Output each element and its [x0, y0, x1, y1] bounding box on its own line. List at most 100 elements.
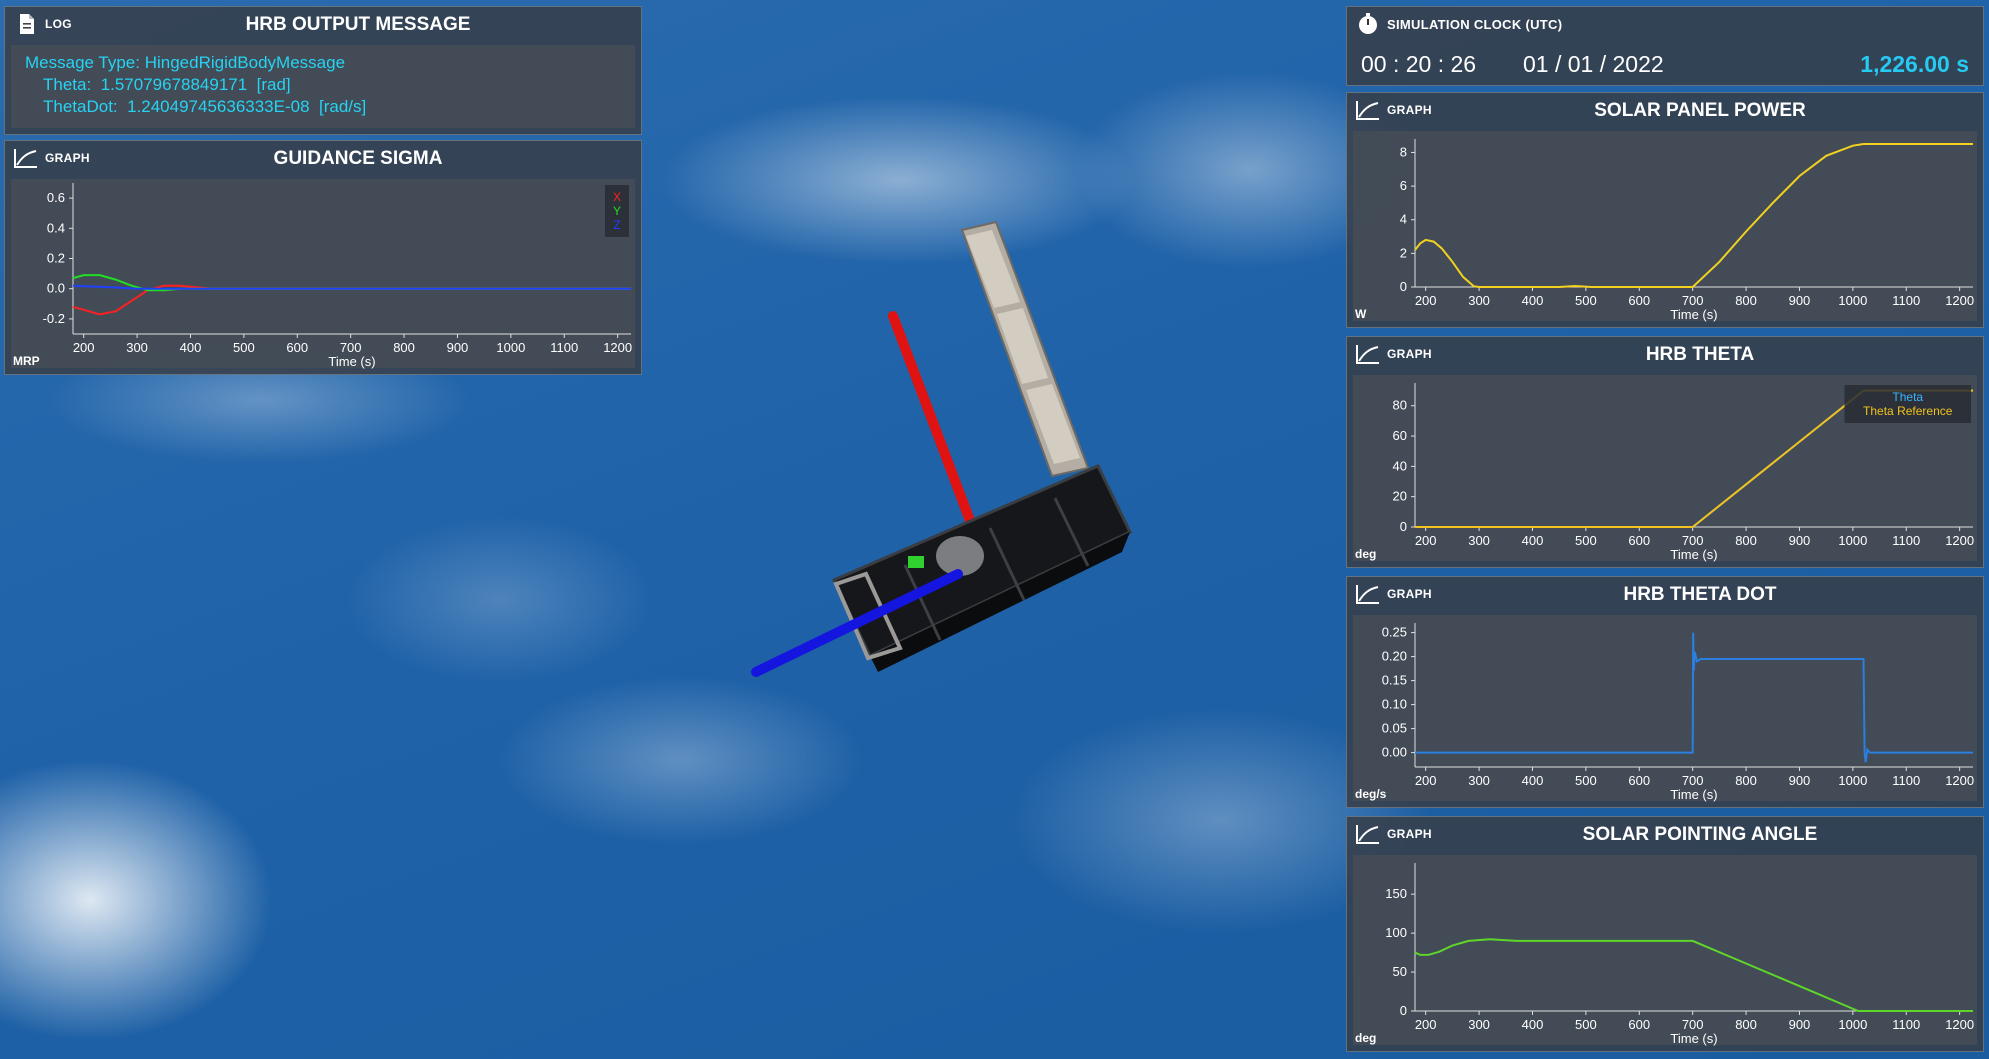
- y-tick-label: 0.15: [1382, 673, 1407, 688]
- unit-label: W: [1355, 307, 1367, 321]
- x-tick-label: 800: [1735, 533, 1757, 548]
- x-tick-label: 600: [1628, 293, 1650, 308]
- x-tick-label: 1200: [1945, 1017, 1974, 1032]
- legend-entry: Z: [613, 218, 620, 232]
- x-tick-label: 1200: [1945, 533, 1974, 548]
- x-tick-label: 700: [1682, 293, 1704, 308]
- legend-entry: Y: [613, 204, 621, 218]
- panel-kind-label: LOG: [45, 17, 72, 31]
- x-tick-label: 800: [1735, 773, 1757, 788]
- y-tick-label: 150: [1385, 886, 1407, 901]
- y-tick-label: 40: [1393, 458, 1407, 473]
- x-tick-label: 200: [1415, 293, 1437, 308]
- y-tick-label: -0.2: [43, 311, 65, 326]
- x-tick-label: 900: [1789, 293, 1811, 308]
- panel-title: HRB OUTPUT MESSAGE: [245, 14, 471, 35]
- x-tick-label: 500: [233, 340, 255, 355]
- x-axis-label: Time (s): [1670, 787, 1717, 802]
- x-tick-label: 200: [1415, 1017, 1437, 1032]
- x-tick-label: 600: [286, 340, 308, 355]
- simulation-clock-panel: SIMULATION CLOCK (UTC) 00 : 20 : 26 01 /…: [1346, 6, 1984, 86]
- y-tick-label: 0.2: [47, 251, 65, 266]
- y-tick-label: 0: [1400, 279, 1407, 294]
- series-line-0: [1414, 143, 1973, 288]
- x-tick-label: 400: [1522, 293, 1544, 308]
- solar-panel: [960, 220, 1090, 478]
- x-tick-label: 800: [1735, 293, 1757, 308]
- x-tick-label: 700: [1682, 1017, 1704, 1032]
- x-tick-label: 700: [1682, 533, 1704, 548]
- y-tick-label: 8: [1400, 144, 1407, 159]
- x-tick-label: 1000: [1838, 773, 1867, 788]
- x-tick-label: 300: [1468, 773, 1490, 788]
- x-axis-label: Time (s): [328, 354, 375, 369]
- graph-panel-hrb-theta[interactable]: GRAPH HRB THETA 200 300 400 500 600 700 800 900…: [1346, 336, 1984, 568]
- x-tick-label: 800: [1735, 1017, 1757, 1032]
- y-tick-label: 50: [1393, 964, 1407, 979]
- x-tick-label: 900: [1789, 533, 1811, 548]
- y-tick-label: 6: [1400, 178, 1407, 193]
- x-axis-arrow: [888, 311, 977, 531]
- series-line-0: [1414, 938, 1973, 1012]
- x-tick-label: 800: [393, 340, 415, 355]
- legend-entry: Theta: [1892, 390, 1923, 404]
- x-tick-label: 1100: [1892, 1017, 1920, 1032]
- graph-panel-solar-pointing-angle[interactable]: GRAPH SOLAR POINTING ANGLE 200 300 400 500 6…: [1346, 816, 1984, 1052]
- x-tick-label: 300: [1468, 533, 1490, 548]
- log-line-thetadot: ThetaDot: 1.24049745636333E-08 [rad/s]: [43, 97, 367, 116]
- x-tick-label: 500: [1575, 773, 1597, 788]
- x-tick-label: 1200: [1945, 773, 1974, 788]
- spacecraft-body: [831, 464, 1133, 672]
- unit-label: MRP: [13, 354, 40, 368]
- graph-panel-solar-panel-power[interactable]: GRAPH SOLAR PANEL POWER 200 300 400 500 600 7…: [1346, 92, 1984, 328]
- y-tick-label: 0: [1400, 1003, 1407, 1018]
- x-axis-label: Time (s): [1670, 1031, 1717, 1046]
- y-tick-label: 4: [1400, 212, 1407, 227]
- unit-label: deg: [1355, 1031, 1377, 1045]
- x-tick-label: 1100: [550, 340, 578, 355]
- series-line-0: [1415, 632, 1973, 763]
- graph-panel-guidance-sigma[interactable]: GRAPH GUIDANCE SIGMA 200 300 400 500 600 700 8…: [4, 140, 642, 375]
- log-panel: LOG HRB OUTPUT MESSAGE Message Type: Hin…: [4, 6, 642, 135]
- x-tick-label: 900: [1789, 773, 1811, 788]
- y-tick-label: 100: [1385, 925, 1407, 940]
- y-tick-label: 0.05: [1382, 721, 1407, 736]
- y-tick-label: 0.4: [47, 220, 65, 235]
- y-tick-label: 0.0: [47, 281, 65, 296]
- x-tick-label: 500: [1575, 533, 1597, 548]
- unit-label: deg: [1355, 547, 1377, 561]
- legend-entry: X: [613, 190, 621, 204]
- stopwatch-icon: [1359, 13, 1377, 34]
- solar-panel-power-chart: 200 300 400 500 600 700 800 900 1000 1100 1200 0 2 4 6…: [1400, 139, 1974, 322]
- x-tick-label: 1000: [1838, 1017, 1867, 1032]
- legend-entry: Theta Reference: [1863, 404, 1953, 418]
- document-icon: [20, 14, 34, 34]
- x-tick-label: 300: [1468, 1017, 1490, 1032]
- graph-panel-hrb-theta-dot[interactable]: GRAPH HRB THETA DOT 200 300 400 500 600 700 80…: [1346, 576, 1984, 808]
- x-tick-label: 700: [340, 340, 362, 355]
- x-tick-label: 1000: [1838, 293, 1867, 308]
- clock-title: SIMULATION CLOCK (UTC): [1387, 17, 1563, 32]
- x-tick-label: 1200: [603, 340, 632, 355]
- x-tick-label: 200: [1415, 773, 1437, 788]
- y-tick-label: 0.20: [1382, 649, 1407, 664]
- log-line-message-type: Message Type: HingedRigidBodyMessage: [25, 53, 346, 72]
- x-tick-label: 1100: [1892, 533, 1920, 548]
- solar-pointing-angle-chart: 200 300 400 500 600 700 800 900 1000 1100 1200 0 50 1…: [1385, 863, 1974, 1046]
- x-tick-label: 400: [1522, 1017, 1544, 1032]
- x-tick-label: 200: [73, 340, 95, 355]
- x-tick-label: 500: [1575, 1017, 1597, 1032]
- x-tick-label: 1100: [1892, 293, 1920, 308]
- clock-time: 00 : 20 : 26: [1361, 51, 1477, 77]
- y-tick-label: 60: [1393, 428, 1407, 443]
- x-tick-label: 600: [1628, 533, 1650, 548]
- clock-date: 01 / 01 / 2022: [1523, 51, 1664, 77]
- x-tick-label: 300: [126, 340, 148, 355]
- y-tick-label: 0: [1400, 519, 1407, 534]
- hrb-theta-dot-chart: 200 300 400 500 600 700 800 900 1000 1100 1200 0.00…: [1382, 623, 1974, 802]
- x-tick-label: 500: [1575, 293, 1597, 308]
- x-tick-label: 900: [1789, 1017, 1811, 1032]
- guidance-sigma-chart: 200 300 400 500 600 700 800 900 1000 1100 1200 -0.2…: [43, 183, 632, 369]
- x-tick-label: 900: [447, 340, 469, 355]
- x-tick-label: 1100: [1892, 773, 1920, 788]
